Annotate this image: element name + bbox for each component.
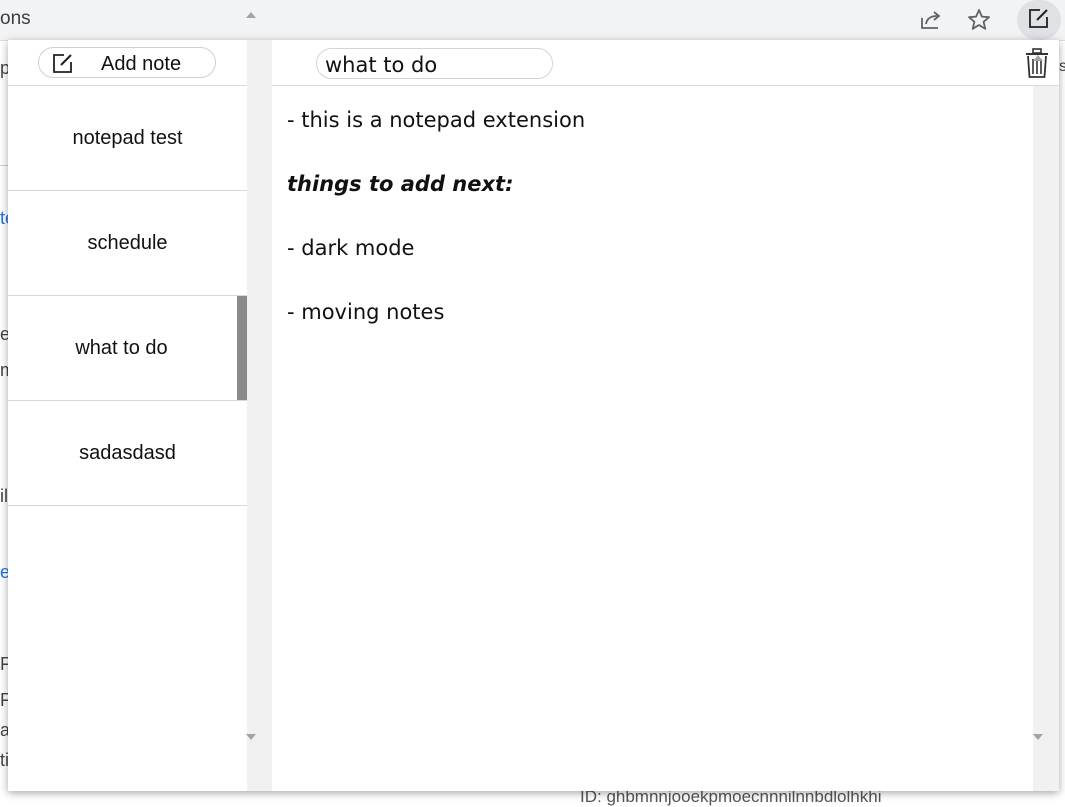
editor-scrollbar[interactable] [1033,86,1059,791]
note-heading-line: things to add next: [287,172,514,196]
bookmark-star-icon[interactable] [965,6,993,34]
sidebar-scroll-up-icon[interactable] [246,12,256,18]
page-title-fragment: ons [0,8,31,29]
note-list-item[interactable]: sadasdasd [8,401,247,506]
background-divider [0,165,8,166]
editor-header [272,40,1059,86]
note-content-area[interactable]: - this is a notepad extension things to … [272,86,1032,791]
add-note-label: Add note [101,53,182,75]
note-line: - moving notes [287,300,445,324]
note-list-item[interactable]: schedule [8,191,247,296]
new-note-icon [53,54,72,73]
add-note-button[interactable]: Add note [38,47,216,78]
notes-sidebar: Add note notepad test schedule what to d… [8,40,247,791]
editor-scroll-up-icon[interactable] [1033,55,1043,61]
note-list-item-selected[interactable]: what to do [8,296,247,401]
sidebar-scrollbar[interactable] [247,40,272,791]
extension-notepad-button[interactable] [1017,0,1061,40]
note-item-label: schedule [87,231,168,254]
note-item-label: notepad test [72,126,183,149]
note-line: - this is a notepad extension [287,108,586,132]
note-list-item[interactable]: notepad test [8,86,247,191]
note-line: - dark mode [287,236,415,260]
note-editor: - this is a notepad extension things to … [272,40,1059,791]
sidebar-header: Add note [8,40,247,86]
delete-trash-icon[interactable] [1022,46,1052,80]
note-item-label: what to do [75,336,168,359]
share-icon[interactable] [917,6,945,34]
note-title-input[interactable] [316,48,553,79]
notepad-icon [1029,9,1048,28]
editor-scroll-down-icon[interactable] [1033,734,1043,740]
selected-note-indicator [237,296,247,400]
background-text-fragment: il [0,486,8,506]
note-item-label: sadasdasd [79,441,176,464]
browser-toolbar: ons [0,0,1065,41]
background-text-fragment: s [1059,58,1065,75]
sidebar-scroll-down-icon[interactable] [246,734,256,740]
